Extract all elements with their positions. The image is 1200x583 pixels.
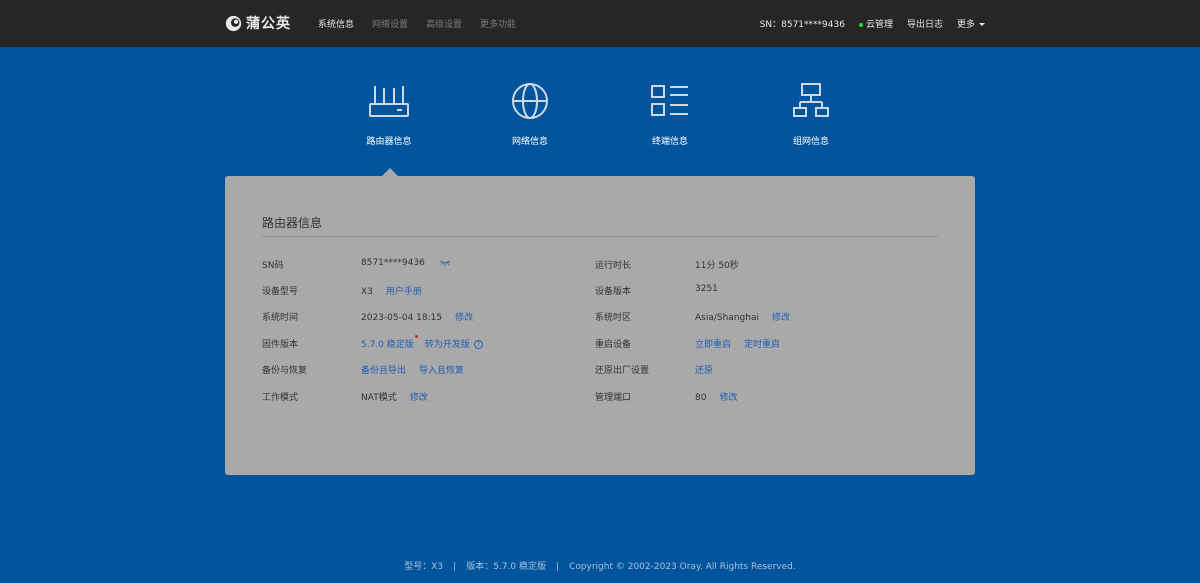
edit-port-link[interactable]: 修改 — [719, 393, 737, 403]
tab-terminal-info-label: 终端信息 — [651, 137, 688, 147]
device-version-label: 设备版本 — [595, 287, 632, 297]
work-mode-label: 工作模式 — [262, 393, 299, 403]
help-icon[interactable]: ? — [473, 340, 483, 349]
brand-name: 蒲公英 — [246, 16, 291, 32]
timezone-label: 系统时区 — [595, 313, 632, 323]
sn-label: SN码 — [262, 261, 284, 271]
backup-export-link[interactable]: 备份且导出 — [361, 366, 406, 376]
user-manual-link[interactable]: 用户手册 — [386, 287, 422, 297]
network-topology-icon — [793, 83, 829, 117]
more-menu[interactable]: 更多 — [957, 17, 985, 30]
globe-icon — [512, 83, 548, 119]
cloud-management-label: 云管理 — [865, 20, 893, 30]
top-bar: 蒲公英 系统信息 网络设置 高级设置 更多功能 SN：8571****9436 … — [0, 0, 1200, 47]
import-restore-link[interactable]: 导入且恢复 — [419, 366, 464, 376]
uptime-value: 11分 50秒 — [695, 261, 739, 271]
list-icon — [651, 85, 688, 116]
panel-title: 路由器信息 — [262, 216, 323, 230]
serial-number: SN：8571****9436 — [759, 20, 845, 30]
admin-port-label: 管理端口 — [595, 393, 632, 403]
tab-network-info-label: 网络信息 — [511, 137, 548, 147]
footer: 型号：X3 | 版本：5.7.0 稳定版 | Copyright © 2002-2023… — [0, 559, 1200, 572]
dandelion-logo-icon — [225, 15, 242, 31]
admin-port-value: 80 修改 — [695, 390, 737, 403]
factory-reset-value: 还原 — [695, 363, 713, 376]
firmware-label: 固件版本 — [262, 340, 299, 350]
uptime-label: 运行时长 — [595, 261, 632, 271]
firmware-value: 5.7.0 稳定版 转为开发版? — [361, 335, 483, 350]
model-label: 设备型号 — [262, 287, 299, 297]
footer-separator: | — [453, 562, 457, 572]
tab-router-info-label: 路由器信息 — [366, 137, 412, 147]
reboot-label: 重启设备 — [595, 340, 632, 350]
timezone-value: Asia/Shanghai 修改 — [695, 310, 790, 323]
panel-divider — [262, 236, 938, 237]
tab-router-info[interactable]: 路由器信息 — [329, 78, 449, 147]
main-nav: 系统信息 网络设置 高级设置 更多功能 — [318, 0, 534, 47]
factory-reset-label: 还原出厂设置 — [595, 366, 650, 376]
router-info-panel: 路由器信息 SN码 8571****9436 设备型号 X3 用户手册 系统时间 … — [225, 176, 975, 475]
backup-label: 备份与恢复 — [262, 366, 308, 376]
timezone-text: Asia/Shanghai — [695, 313, 759, 323]
eye-icon[interactable] — [439, 260, 450, 266]
info-tabs: 路由器信息 网络信息 终端信息 组网信息 — [0, 78, 1200, 158]
sn-value-text: 8571****9436 — [361, 258, 425, 268]
active-tab-pointer — [382, 168, 398, 176]
nav-more-features[interactable]: 更多功能 — [480, 17, 516, 30]
footer-separator: | — [555, 562, 560, 572]
edit-mode-link[interactable]: 修改 — [410, 393, 428, 403]
nav-advanced-settings[interactable]: 高级设置 — [426, 17, 462, 30]
system-time-value: 2023-05-04 18:15 修改 — [361, 310, 473, 323]
backup-value: 备份且导出 导入且恢复 — [361, 363, 464, 376]
router-icon — [369, 86, 409, 117]
admin-port-text: 80 — [695, 393, 707, 403]
work-mode-value: NAT模式 修改 — [361, 390, 428, 403]
sn-value: 8571****9436 — [361, 258, 450, 268]
system-time-text: 2023-05-04 18:15 — [361, 313, 443, 323]
restore-link[interactable]: 还原 — [695, 366, 713, 376]
model-value: X3 用户手册 — [361, 284, 422, 297]
export-log-link[interactable]: 导出日志 — [907, 17, 943, 30]
tab-network-info[interactable]: 网络信息 — [470, 78, 590, 147]
reboot-now-link[interactable]: 立即重启 — [695, 340, 731, 350]
footer-model: 型号：X3 — [404, 562, 444, 572]
tab-networking-info[interactable]: 组网信息 — [751, 78, 871, 147]
cloud-management-link[interactable]: 云管理 — [858, 17, 893, 30]
update-dot — [414, 335, 418, 338]
chevron-down-icon — [979, 23, 985, 26]
footer-copyright: Copyright © 2002-2023 Oray. All Rights R… — [569, 562, 796, 572]
edit-timezone-link[interactable]: 修改 — [772, 313, 790, 323]
work-mode-text: NAT模式 — [361, 393, 397, 403]
device-version-value: 3251 — [695, 284, 718, 294]
tab-networking-info-label: 组网信息 — [792, 137, 829, 147]
more-label: 更多 — [956, 20, 975, 30]
logo[interactable]: 蒲公英 — [225, 13, 291, 33]
nav-system-info[interactable]: 系统信息 — [318, 17, 354, 30]
scheduled-reboot-link[interactable]: 定时重启 — [744, 340, 780, 350]
model-value-text: X3 — [361, 287, 373, 297]
switch-dev-link[interactable]: 转为开发版 — [425, 340, 470, 350]
nav-network-settings[interactable]: 网络设置 — [372, 17, 408, 30]
edit-time-link[interactable]: 修改 — [455, 313, 473, 323]
online-status-dot — [858, 22, 863, 27]
footer-version: 版本：5.7.0 稳定版 — [466, 562, 546, 572]
tab-terminal-info[interactable]: 终端信息 — [610, 78, 730, 147]
system-time-label: 系统时间 — [262, 313, 299, 323]
firmware-stable-link[interactable]: 5.7.0 稳定版 — [361, 340, 414, 350]
reboot-value: 立即重启 定时重启 — [695, 337, 780, 350]
header-right: SN：8571****9436 云管理 导出日志 更多 — [746, 0, 985, 47]
